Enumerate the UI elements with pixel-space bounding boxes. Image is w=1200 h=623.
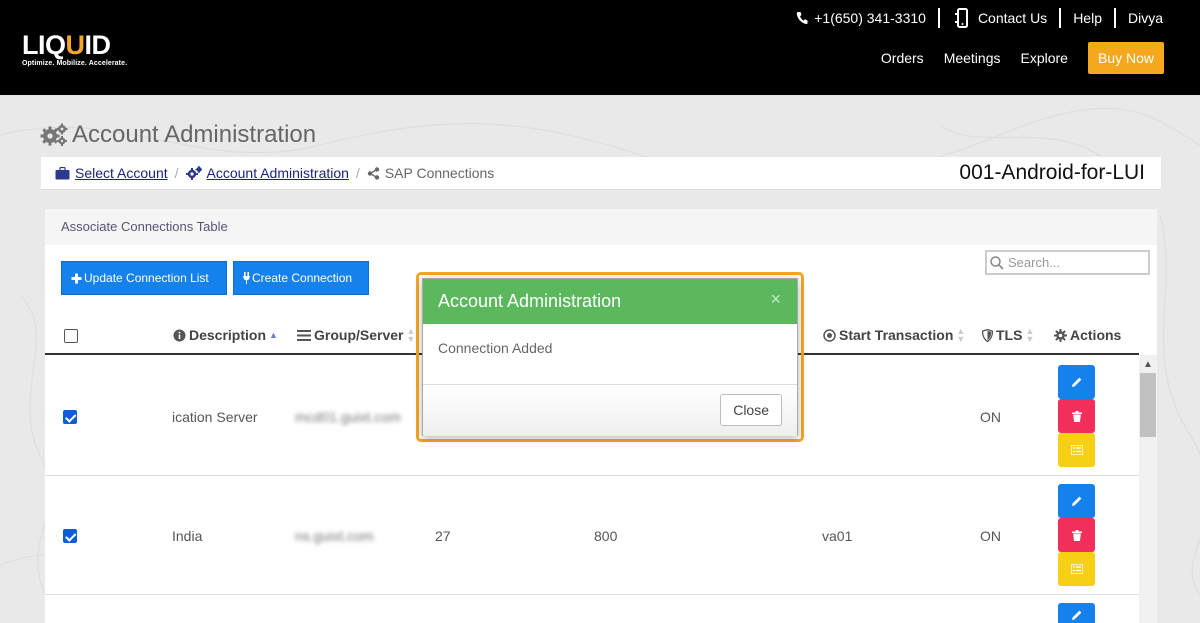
gears-icon [40,123,68,146]
contact-us-link[interactable]: Contact Us [940,8,1062,28]
search-icon [990,255,1004,270]
top-utility-links: +1(650) 341-3310 Contact Us Help Divya [784,8,1200,28]
edit-button[interactable] [1058,484,1095,518]
sort-icon[interactable]: ▲ ▼ [406,327,415,344]
cell-tls: ON [980,528,1001,544]
breadcrumb: Select Account / Account Administration … [41,157,1161,190]
pencil-icon [1071,377,1081,387]
select-all-checkbox[interactable] [64,329,78,343]
page-title: Account Administration [40,121,316,149]
column-start-transaction[interactable]: Start Transaction ▲ ▼ [823,327,965,344]
cell-system-number: 27 [435,528,451,544]
delete-button[interactable] [1058,399,1095,433]
shield-icon [982,328,993,342]
update-connection-list-button[interactable]: Update Connection List [61,261,227,295]
account-code: 001-Android-for-LUI [959,161,1145,184]
account-administration-dialog: Account Administration × Connection Adde… [422,278,798,436]
dialog-message: Connection Added [423,324,797,385]
plug-icon [243,272,250,284]
details-button[interactable] [1058,552,1095,586]
column-tls[interactable]: TLS ▲ ▼ [982,327,1034,344]
cell-description: ication Server [172,409,258,425]
dot-circle-icon [823,328,836,342]
liquid-logo[interactable]: LIQUID Optimize. Mobilize. Accelerate. [22,31,127,67]
gears-icon [185,166,202,180]
edit-button[interactable] [1058,365,1095,399]
breadcrumb-account-administration[interactable]: Account Administration [185,165,349,181]
row-checkbox[interactable] [63,529,77,543]
share-nodes-icon [367,166,380,180]
scroll-up-arrow-icon[interactable]: ▲ [1143,359,1153,370]
phone-link[interactable]: +1(650) 341-3310 [784,8,940,28]
search-input[interactable]: Search... [985,250,1150,275]
user-menu[interactable]: Divya [1116,8,1200,28]
dialog-header: Account Administration × [423,279,797,324]
details-button[interactable] [1058,433,1095,467]
dialog-close-button[interactable]: Close [720,394,782,426]
mobile-contact-icon [954,8,968,28]
scrollbar-thumb[interactable] [1140,373,1156,437]
info-circle-icon [173,329,186,341]
create-connection-button[interactable]: Create Connection [233,261,369,295]
dialog-footer: Close [423,385,797,436]
close-icon[interactable]: × [770,289,781,310]
table-row[interactable]: India ns.guixt.com 27 800 va01 ON [45,476,1139,595]
column-group-server[interactable]: Group/Server ▲ ▼ [297,327,415,344]
main-nav: Orders Meetings Explore Buy Now [861,42,1164,74]
cell-client: 800 [594,528,618,544]
table-scrollbar[interactable]: ▲ [1139,355,1157,623]
buy-now-button[interactable]: Buy Now [1087,42,1164,74]
server-icon [297,329,311,341]
cell-server: mcd01.guixt.com [295,409,401,425]
trash-icon [1071,410,1082,422]
list-details-icon [1070,564,1083,574]
help-link[interactable]: Help [1061,8,1116,28]
column-actions: Actions [1054,327,1121,343]
list-details-icon [1070,445,1083,455]
sort-asc-icon[interactable]: ▲ [269,331,278,340]
plus-icon [71,273,82,283]
top-header: LIQUID Optimize. Mobilize. Accelerate. +… [0,0,1200,95]
row-checkbox[interactable] [63,410,77,424]
edit-button[interactable] [1058,603,1095,623]
breadcrumb-select-account[interactable]: Select Account [55,165,168,181]
cell-server: ns.guixt.com [295,528,374,544]
pencil-icon [1071,496,1081,506]
sort-icon[interactable]: ▲ ▼ [1025,327,1034,344]
nav-meetings[interactable]: Meetings [944,50,1001,66]
delete-button[interactable] [1058,518,1095,552]
table-row[interactable] [45,595,1139,623]
briefcase-icon [55,166,70,179]
phone-icon [797,12,808,25]
cog-icon [1054,328,1067,342]
cell-description: India [172,528,203,544]
trash-icon [1071,529,1082,541]
cell-tls: ON [980,409,1001,425]
cell-start-transaction: va01 [822,528,853,544]
breadcrumb-sap-connections: SAP Connections [367,165,494,181]
sort-icon[interactable]: ▲ ▼ [956,327,965,344]
panel-title: Associate Connections Table [45,209,1157,245]
nav-explore[interactable]: Explore [1021,50,1068,66]
pencil-icon [1071,610,1081,620]
dialog-title: Account Administration [438,291,622,311]
nav-orders[interactable]: Orders [881,50,924,66]
column-description[interactable]: Description ▲ [173,327,278,343]
